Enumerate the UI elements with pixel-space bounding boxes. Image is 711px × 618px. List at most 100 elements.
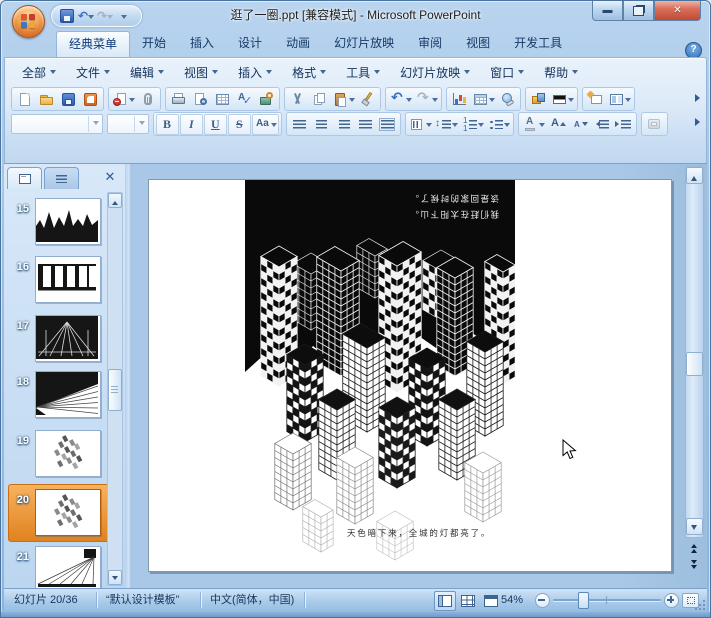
menu-插入[interactable]: 插入 (229, 61, 281, 83)
slide-thumbnail-16[interactable]: 16 (9, 255, 111, 307)
save-button[interactable] (58, 8, 76, 25)
paste-button[interactable] (331, 90, 356, 109)
attach-button[interactable] (137, 90, 158, 109)
menu-工具[interactable]: 工具 (337, 61, 389, 83)
restore-button[interactable] (623, 1, 654, 21)
change-case-button[interactable] (252, 114, 279, 135)
zoom-in-button[interactable] (664, 593, 679, 608)
previous-slide-button[interactable] (686, 541, 701, 555)
tab-插入[interactable]: 插入 (178, 31, 226, 57)
tab-设计[interactable]: 设计 (226, 31, 274, 57)
shrink-font-button[interactable] (569, 115, 590, 134)
decrease-indent-button[interactable] (591, 115, 612, 134)
save-as-show-button[interactable] (80, 90, 101, 109)
toolbar-overflow-icon[interactable] (695, 94, 704, 102)
align-left-button[interactable] (289, 115, 310, 134)
slideshow-button[interactable] (480, 591, 502, 611)
zoom-slider-track[interactable] (553, 599, 661, 601)
combo-dropdown-button[interactable] (88, 116, 102, 132)
cut-button[interactable] (287, 90, 308, 109)
insert-chart-button[interactable] (449, 90, 470, 109)
tab-经典菜单[interactable]: 经典菜单 (56, 31, 130, 57)
office-button[interactable] (12, 5, 45, 38)
tab-outline[interactable] (44, 167, 79, 189)
justify-button[interactable] (355, 115, 376, 134)
slide-thumbnail-18[interactable]: 18 (9, 370, 111, 422)
tab-审阅[interactable]: 审阅 (406, 31, 454, 57)
slide-thumbnail-20[interactable]: 20 (8, 484, 112, 542)
new-slide-button[interactable] (585, 90, 606, 109)
tab-slides[interactable] (7, 167, 42, 189)
sidebar-scrollbar[interactable] (107, 192, 123, 586)
spelling-button[interactable] (234, 90, 255, 109)
numbering-button[interactable] (460, 115, 485, 134)
format-painter-button[interactable] (357, 90, 378, 109)
pane-splitter[interactable] (125, 164, 132, 592)
undo-button[interactable]: ↶ (77, 8, 95, 25)
align-right-button[interactable] (333, 115, 354, 134)
design-template-label[interactable]: “默认设计模板” (106, 589, 179, 611)
slide-thumbnail-19[interactable]: 19 (9, 429, 111, 481)
slide-thumbnail-15[interactable]: 15 (9, 197, 111, 249)
slide-layout-button[interactable] (607, 90, 632, 109)
tab-开发工具[interactable]: 开发工具 (502, 31, 574, 57)
strikethrough-button[interactable] (228, 114, 251, 135)
print-button[interactable] (168, 90, 189, 109)
menu-视图[interactable]: 视图 (175, 61, 227, 83)
zoom-out-button[interactable] (535, 593, 550, 608)
scroll-down-button[interactable] (108, 570, 122, 585)
language-label[interactable]: 中文(简体，中国) (210, 589, 294, 611)
close-pane-button[interactable]: ✕ (102, 169, 118, 185)
qat-customize-button[interactable] (115, 8, 133, 25)
transition-button[interactable] (644, 115, 665, 134)
resize-grip[interactable] (693, 598, 705, 610)
bold-button[interactable] (156, 114, 179, 135)
insert-table-button[interactable] (212, 90, 233, 109)
scrollbar-thumb[interactable] (108, 369, 122, 411)
redo-button[interactable] (414, 90, 439, 109)
redo-button[interactable]: ↷ (96, 8, 114, 25)
slide-canvas[interactable]: 我们赶在太阳下山。 该是回家的时候了。 天色暗下来，全城的灯都亮了。 (148, 179, 672, 572)
table-button[interactable] (471, 90, 496, 109)
font-name-select[interactable] (11, 114, 103, 134)
new-document-button[interactable] (14, 90, 35, 109)
photo-album-button[interactable] (528, 90, 549, 109)
scrollbar-thumb[interactable] (686, 352, 703, 376)
menu-全部[interactable]: 全部 (13, 61, 65, 83)
save-button[interactable] (58, 90, 79, 109)
menu-文件[interactable]: 文件 (67, 61, 119, 83)
scroll-down-button[interactable] (686, 518, 703, 535)
font-size-select[interactable] (107, 114, 149, 134)
grow-font-button[interactable] (547, 115, 568, 134)
slide-image[interactable]: 我们赶在太阳下山。 该是回家的时候了。 天色暗下来，全城的灯都亮了。 (245, 180, 515, 565)
hyperlink-button[interactable] (497, 90, 518, 109)
undo-button[interactable] (388, 90, 413, 109)
menu-窗口[interactable]: 窗口 (481, 61, 533, 83)
slide-thumbnail-17[interactable]: 17 (9, 314, 111, 366)
research-button[interactable] (256, 90, 277, 109)
align-center-button[interactable] (311, 115, 332, 134)
menu-格式[interactable]: 格式 (283, 61, 335, 83)
toolbar-overflow-icon[interactable] (695, 118, 704, 126)
normal-view-button[interactable] (434, 591, 456, 611)
combo-dropdown-button[interactable] (134, 116, 148, 132)
scroll-up-button[interactable] (686, 167, 703, 184)
increase-indent-button[interactable] (613, 115, 634, 134)
next-slide-button[interactable] (686, 557, 701, 571)
minimize-button[interactable]: ▬ (592, 1, 623, 21)
tab-开始[interactable]: 开始 (130, 31, 178, 57)
slide-design-button[interactable] (550, 90, 575, 109)
vertical-scrollbar[interactable] (685, 166, 704, 594)
italic-button[interactable] (180, 114, 203, 135)
distribute-button[interactable] (377, 115, 398, 134)
zoom-slider-thumb[interactable] (578, 592, 589, 609)
copy-button[interactable] (309, 90, 330, 109)
tab-幻灯片放映[interactable]: 幻灯片放映 (322, 31, 406, 57)
tab-视图[interactable]: 视图 (454, 31, 502, 57)
font-color-button[interactable] (521, 115, 546, 134)
underline-button[interactable] (204, 114, 227, 135)
text-direction-button[interactable] (408, 115, 433, 134)
slide-sorter-button[interactable] (457, 591, 479, 611)
menu-编辑[interactable]: 编辑 (121, 61, 173, 83)
line-spacing-button[interactable] (434, 115, 459, 134)
